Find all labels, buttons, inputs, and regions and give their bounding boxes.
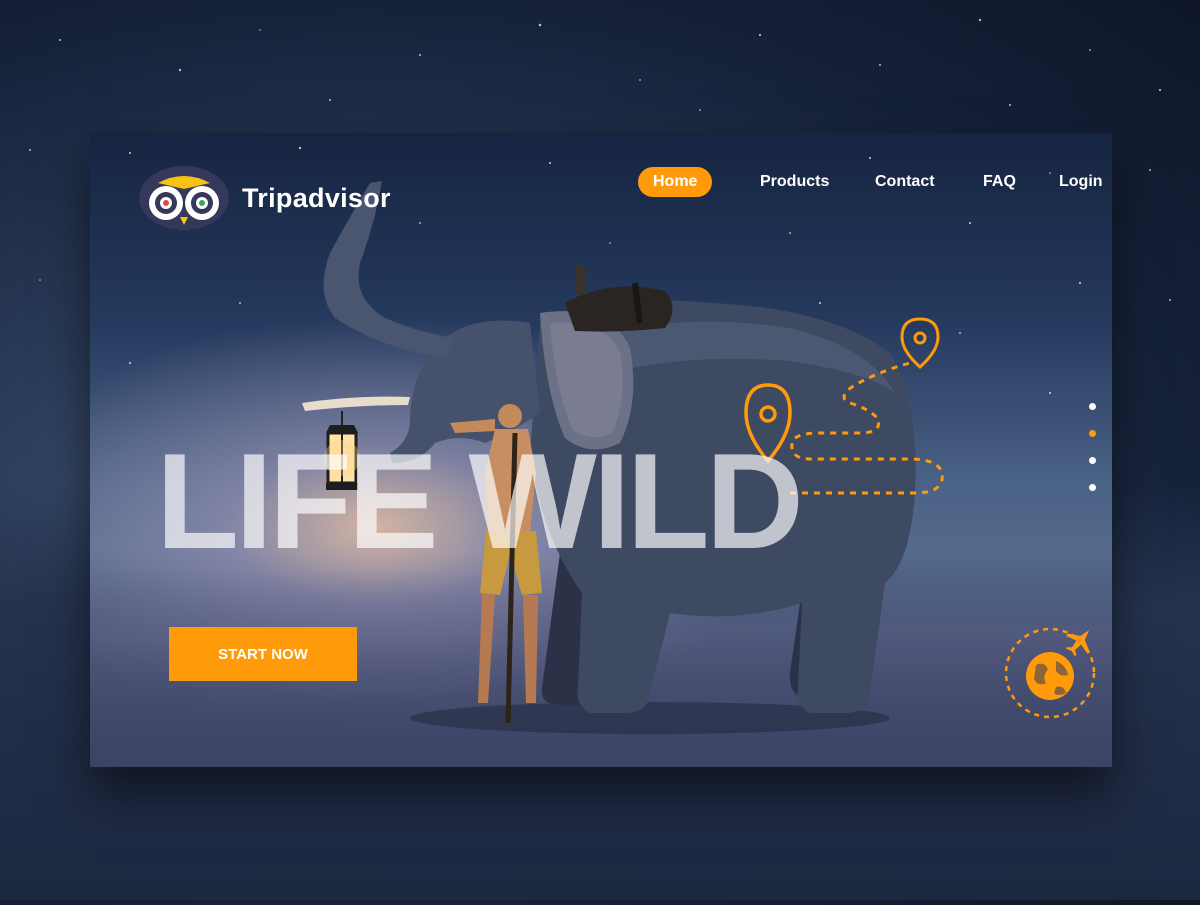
slider-dot[interactable]: [1089, 403, 1096, 410]
globe-plane-icon: [998, 621, 1102, 730]
nav-item-faq[interactable]: FAQ: [983, 167, 1016, 197]
owl-logo-icon: [139, 166, 229, 230]
landing-card: Tripadvisor Home Products Contact FAQ Lo…: [90, 133, 1112, 767]
slider-dot-active[interactable]: [1089, 430, 1096, 437]
slider-pagination: [1089, 403, 1096, 511]
airplane-icon: [1065, 630, 1090, 657]
nav-item-contact[interactable]: Contact: [875, 167, 935, 197]
slider-dot[interactable]: [1089, 457, 1096, 464]
start-now-button[interactable]: START NOW: [169, 627, 357, 681]
nav-item-login[interactable]: Login: [1059, 167, 1103, 197]
hero-title: LIFE WILD: [156, 425, 804, 577]
brand-logo[interactable]: Tripadvisor: [138, 165, 391, 231]
globe-icon: [1004, 627, 1096, 719]
brand-name: Tripadvisor: [242, 182, 391, 213]
location-pin-icon: [900, 317, 940, 370]
nav-item-home[interactable]: Home: [638, 167, 713, 197]
main-nav: Home Products Contact FAQ Login: [638, 167, 1103, 197]
slider-dot[interactable]: [1089, 484, 1096, 491]
nav-item-products[interactable]: Products: [760, 167, 829, 197]
